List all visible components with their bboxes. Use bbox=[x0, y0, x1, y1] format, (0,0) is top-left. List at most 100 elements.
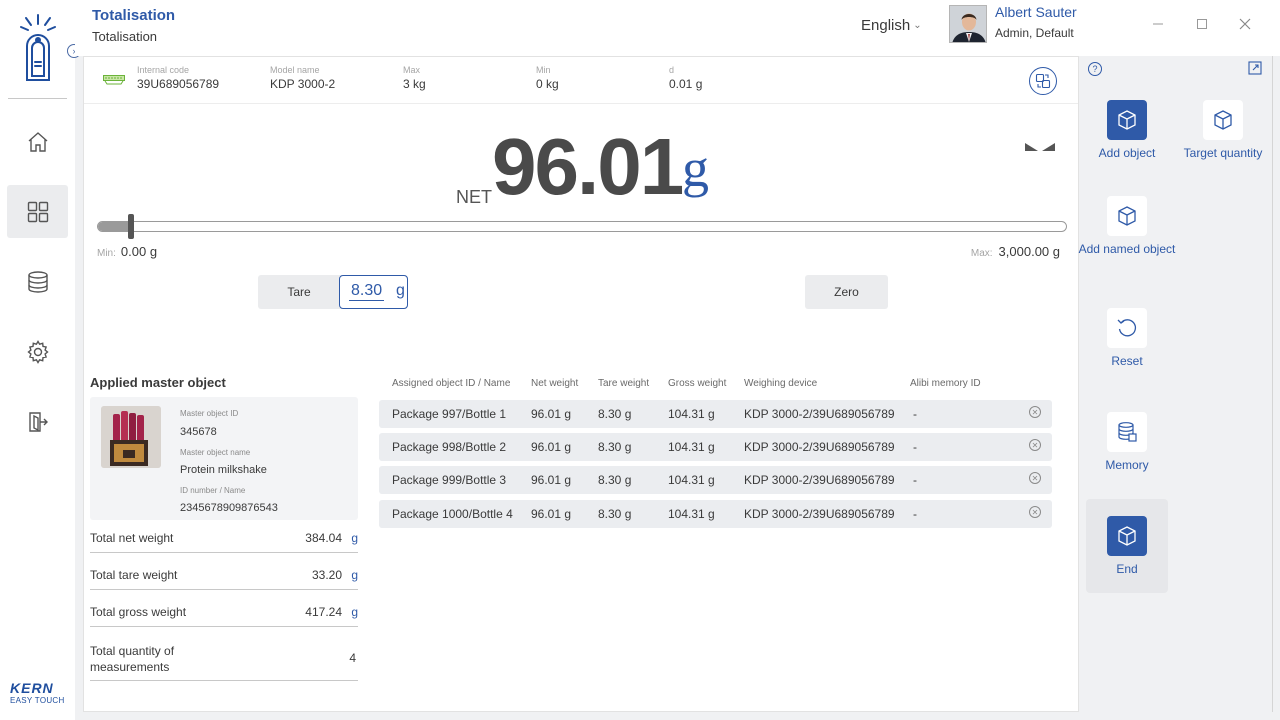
gear-icon bbox=[26, 339, 49, 364]
table-row[interactable]: Package 999/Bottle 3 96.01 g 8.30 g 104.… bbox=[379, 466, 1052, 494]
total-net-weight: Total net weight 384.04 g bbox=[90, 531, 358, 553]
range-max-value: 3,000.00 g bbox=[998, 244, 1060, 259]
add-object-label: Add object bbox=[1098, 146, 1156, 160]
cell-device: KDP 3000-2/39U689056789 bbox=[744, 507, 895, 521]
expand-panel-icon[interactable] bbox=[1248, 61, 1262, 75]
sidebar-item-settings[interactable] bbox=[7, 325, 68, 378]
user-role: Admin, Default bbox=[995, 26, 1074, 40]
range-max: Max: 3,000.00 g bbox=[971, 244, 1060, 259]
scale-icon bbox=[103, 75, 125, 85]
header: Totalisation Totalisation English ⌄ Albe… bbox=[75, 0, 1280, 56]
add-object-button[interactable]: Add object bbox=[1077, 100, 1177, 161]
help-icon[interactable]: ? bbox=[1088, 62, 1102, 76]
max-value: 3 kg bbox=[403, 77, 426, 91]
minimize-button[interactable] bbox=[1150, 16, 1166, 32]
internal-code-value: 39U689056789 bbox=[137, 77, 220, 91]
remove-row-icon[interactable]: ✕ bbox=[1029, 439, 1041, 451]
tare-button[interactable]: Tare bbox=[258, 275, 340, 309]
app-logo bbox=[0, 0, 75, 98]
table-row[interactable]: Package 997/Bottle 1 96.01 g 8.30 g 104.… bbox=[379, 400, 1052, 428]
cell-tare: 8.30 g bbox=[598, 473, 632, 487]
total-label: Total net weight bbox=[90, 531, 174, 545]
user-name[interactable]: Albert Sauter bbox=[995, 4, 1077, 20]
min-value: 0 kg bbox=[536, 77, 559, 91]
target-quantity-tile[interactable] bbox=[1203, 100, 1243, 140]
sidebar-item-database[interactable] bbox=[7, 255, 68, 308]
master-object-card: Master object ID 345678 Master object na… bbox=[90, 397, 358, 520]
end-button[interactable]: End bbox=[1077, 516, 1177, 577]
cell-device: KDP 3000-2/39U689056789 bbox=[744, 473, 895, 487]
table-row[interactable]: Package 1000/Bottle 4 96.01 g 8.30 g 104… bbox=[379, 500, 1052, 528]
readability-label: d bbox=[669, 65, 675, 75]
range-bar-marker bbox=[128, 214, 134, 239]
cell-net: 96.01 g bbox=[531, 507, 572, 521]
weighing-panel: Internal code 39U689056789 Model name KD… bbox=[83, 56, 1079, 712]
remove-row-icon[interactable]: ✕ bbox=[1029, 506, 1041, 518]
total-unit: g bbox=[351, 605, 358, 619]
range-bar-fill bbox=[98, 222, 129, 231]
table-row[interactable]: Package 998/Bottle 2 96.01 g 8.30 g 104.… bbox=[379, 433, 1052, 461]
scale-logo-icon bbox=[20, 14, 56, 81]
scale-info-bar: Internal code 39U689056789 Model name KD… bbox=[84, 57, 1078, 104]
sidebar-item-dashboard[interactable] bbox=[7, 185, 68, 238]
reset-tile[interactable] bbox=[1107, 308, 1147, 348]
reset-button[interactable]: Reset bbox=[1077, 308, 1177, 369]
memory-button[interactable]: Memory bbox=[1077, 412, 1177, 473]
cell-net: 96.01 g bbox=[531, 440, 572, 454]
end-tile[interactable] bbox=[1107, 516, 1147, 556]
maximize-button[interactable] bbox=[1194, 16, 1210, 32]
page-subtitle: Totalisation bbox=[92, 29, 158, 44]
readability-value: 0.01 g bbox=[669, 77, 703, 91]
cell-net: 96.01 g bbox=[531, 473, 572, 487]
switch-scale-button[interactable] bbox=[1029, 67, 1057, 95]
cell-alibi: - bbox=[913, 507, 917, 521]
cell-tare: 8.30 g bbox=[598, 507, 632, 521]
box-icon bbox=[1118, 110, 1136, 130]
total-value: 384.04 bbox=[305, 531, 342, 545]
maximize-icon bbox=[1197, 19, 1207, 29]
weight-value: 96.01 bbox=[492, 122, 684, 211]
close-button[interactable] bbox=[1237, 16, 1253, 32]
language-select[interactable]: English ⌄ bbox=[861, 17, 922, 34]
language-value: English bbox=[861, 17, 911, 34]
column-header-tare: Tare weight bbox=[598, 378, 650, 389]
weight-unit: g bbox=[682, 138, 709, 198]
sidebar-item-logout[interactable] bbox=[7, 395, 68, 448]
zero-button[interactable]: Zero bbox=[805, 275, 888, 309]
remove-row-icon[interactable]: ✕ bbox=[1029, 406, 1041, 418]
column-header-alibi: Alibi memory ID bbox=[910, 378, 981, 389]
master-name-label: Master object name bbox=[180, 448, 251, 457]
internal-code: Internal code 39U689056789 bbox=[137, 65, 219, 91]
total-label: Total tare weight bbox=[90, 568, 178, 582]
range-max-label: Max: bbox=[970, 248, 993, 259]
database-icon bbox=[27, 270, 48, 293]
minimize-icon bbox=[1153, 23, 1163, 25]
add-object-tile[interactable] bbox=[1107, 100, 1147, 140]
target-quantity-label: Target quantity bbox=[1183, 146, 1263, 160]
total-value: 33.20 bbox=[311, 568, 342, 582]
memory-label: Memory bbox=[1105, 458, 1149, 472]
brand-name: KERN bbox=[10, 680, 54, 696]
home-icon bbox=[28, 131, 47, 152]
remove-row-icon[interactable]: ✕ bbox=[1029, 472, 1041, 484]
exit-icon bbox=[28, 411, 48, 432]
add-named-object-button[interactable]: Add named object bbox=[1077, 196, 1177, 257]
add-named-object-tile[interactable] bbox=[1107, 196, 1147, 236]
avatar[interactable] bbox=[949, 5, 987, 43]
sidebar-item-home[interactable] bbox=[7, 115, 68, 168]
memory-tile[interactable] bbox=[1107, 412, 1147, 452]
cell-object: Package 997/Bottle 1 bbox=[392, 407, 507, 421]
brand-subtitle: EASY TOUCH bbox=[10, 696, 65, 705]
cell-alibi: - bbox=[913, 440, 917, 454]
milkshake-bottles-image bbox=[101, 406, 161, 468]
master-id-label: Master object ID bbox=[180, 409, 239, 418]
cell-gross: 104.31 g bbox=[668, 507, 715, 521]
total-unit: g bbox=[351, 568, 358, 582]
tare-value-field[interactable]: 8.30 g bbox=[339, 275, 408, 309]
target-quantity-button[interactable]: Target quantity bbox=[1173, 100, 1273, 161]
sidebar-divider bbox=[8, 98, 67, 99]
cell-tare: 8.30 g bbox=[598, 407, 632, 421]
cell-gross: 104.31 g bbox=[668, 407, 715, 421]
cell-object: Package 999/Bottle 3 bbox=[392, 473, 507, 487]
column-header-net: Net weight bbox=[531, 378, 579, 389]
